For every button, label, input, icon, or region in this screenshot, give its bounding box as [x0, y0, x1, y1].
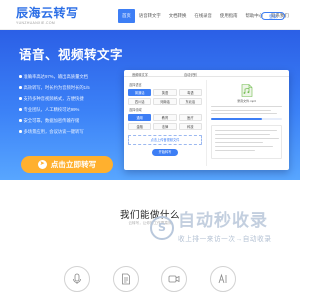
bullet-dot-icon [19, 75, 22, 78]
start-transcribe-button[interactable]: ➤ 点击立即转写 [21, 156, 113, 173]
watermark-logo-icon: S [150, 215, 174, 240]
preview-options: 选择语言 普通话 英语 粤语 四川话 河南话 东北话 选择领域 通用 教育 医疗… [128, 80, 202, 156]
hero-title: 语音、视频转文字 [19, 47, 124, 62]
field-option[interactable]: 科技 [178, 123, 202, 130]
transcribe-progress-bar [211, 118, 282, 120]
login-button[interactable]: 登录 [261, 12, 285, 20]
upload-dropzone[interactable]: 点击上传音视频文件 [128, 135, 202, 145]
nav-item-home[interactable]: 首页 [118, 9, 135, 23]
logo-subtext: YUNZHUANXIE.COM [16, 21, 56, 25]
video-glyph [168, 275, 180, 283]
cursor-click-icon: ➤ [37, 160, 47, 169]
document-icon[interactable] [112, 266, 139, 292]
site-logo[interactable]: 辰海云转写 YUNZHUANXIE.COM [16, 6, 79, 25]
bullet-dot-icon [19, 108, 22, 111]
watermark-text: 自动秒收录 收上排一来访一次→自动收录 [178, 211, 272, 244]
hero-bullet: 高效转写，时长约为音频时长的1/5 [19, 82, 119, 93]
hero-banner: 语音、视频转文字 准确率高达97%，输出高质量文档 高效转写，时长约为音频时长的… [0, 30, 300, 180]
microphone-glyph [73, 273, 81, 284]
ai-glyph [218, 273, 227, 284]
hero-bullets: 准确率高达97%，输出高质量文档 高效转写，时长约为音频时长的1/5 支持多种音… [19, 71, 119, 137]
preview-start-button[interactable]: 开始转写 [152, 149, 178, 156]
language-section-label: 选择语言 [129, 83, 142, 87]
text-line [215, 130, 277, 132]
hero-bullet: 专业团队，人工精校可达99% [19, 104, 119, 115]
field-option[interactable]: 金融 [128, 123, 152, 130]
language-option[interactable]: 东北话 [178, 98, 202, 105]
language-option[interactable]: 英语 [153, 89, 177, 96]
nav-item-doc-convert[interactable]: 文档转换 [165, 9, 191, 23]
top-header: 辰海云转写 YUNZHUANXIE.COM 首页 语音转文字 文档转换 在线录音… [0, 0, 300, 30]
progress-fill [211, 118, 263, 120]
document-glyph [121, 273, 130, 285]
feature-icons [64, 266, 236, 292]
video-icon[interactable] [161, 266, 188, 292]
nav-item-online-record[interactable]: 在线录音 [190, 9, 216, 23]
text-line [215, 146, 273, 148]
text-line [211, 109, 271, 111]
audio-file-icon [241, 84, 253, 97]
language-option[interactable]: 粤语 [178, 89, 202, 96]
app-preview-window: 音频转文字 自动识别 选择语言 普通话 英语 粤语 四川话 河南话 东北话 选择… [124, 70, 289, 170]
hero-bullet: 准确率高达97%，输出高质量文档 [19, 71, 119, 82]
ai-icon[interactable] [209, 266, 236, 292]
text-line [211, 106, 282, 108]
bullet-dot-icon [19, 97, 22, 100]
language-option[interactable]: 四川话 [128, 98, 152, 105]
hero-bullet: 安全可靠，数据加密传输存储 [19, 115, 119, 126]
preview-tab: 音频转文字 [132, 72, 148, 77]
language-grid: 普通话 英语 粤语 四川话 河南话 东北话 [128, 89, 202, 105]
preview-tab-auto: 自动识别 [184, 72, 197, 77]
field-option[interactable]: 教育 [153, 114, 177, 121]
field-grid: 通用 教育 医疗 金融 法律 科技 [128, 114, 202, 130]
field-section-label: 选择领域 [129, 108, 142, 112]
language-option[interactable]: 普通话 [128, 89, 152, 96]
text-line [215, 142, 263, 144]
transcript-output [211, 125, 282, 159]
text-line [215, 134, 270, 136]
start-transcribe-label: 点击立即转写 [50, 160, 97, 169]
language-option[interactable]: 河南话 [153, 98, 177, 105]
file-name: 录音文件.mp3 [237, 99, 256, 103]
nav-item-speech-to-text[interactable]: 语音转文字 [135, 9, 165, 23]
hero-bullet: 支持多种音视频格式，方便快捷 [19, 93, 119, 104]
field-option[interactable]: 医疗 [178, 114, 202, 121]
bullet-dot-icon [19, 119, 22, 122]
microphone-icon[interactable] [64, 266, 90, 292]
watermark-main-text: 自动秒收录 [178, 211, 268, 231]
logo-text: 辰海云转写 [16, 6, 79, 20]
watermark-overlay: S 自动秒收录 收上排一来访一次→自动收录 [150, 212, 272, 243]
nav-item-guide[interactable]: 使用指南 [216, 9, 242, 23]
field-option[interactable]: 通用 [128, 114, 152, 121]
bullet-dot-icon [19, 86, 22, 89]
bullet-dot-icon [19, 130, 22, 133]
text-line [211, 113, 277, 115]
text-line [215, 150, 255, 152]
watermark-sub-text: 收上排一来访一次→自动收录 [178, 236, 272, 243]
field-option[interactable]: 法律 [153, 123, 177, 130]
preview-toolbar: 音频转文字 自动识别 [124, 70, 289, 77]
text-line [215, 138, 279, 140]
hero-bullet: 多场景应用，会议访谈一键转写 [19, 126, 119, 137]
preview-result-panel: 录音文件.mp3 [206, 80, 285, 166]
